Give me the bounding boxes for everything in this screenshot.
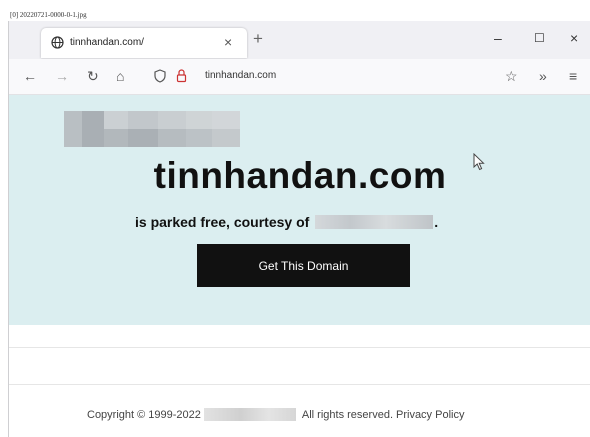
parked-message: is parked free, courtesy of . [135, 214, 438, 230]
parked-text: is parked free, courtesy of [135, 214, 310, 230]
blurred-company-name [203, 408, 296, 421]
copyright-text: Copyright © 1999-2022 [87, 408, 201, 421]
address-bar[interactable]: tinnhandan.com [205, 70, 276, 81]
tab-strip: tinnhandan.com/ × + – ☐ × [9, 21, 590, 59]
globe-icon [51, 36, 64, 54]
navigation-toolbar: ← → ↻ ⌂ tinnhandan.com ☆ » ≡ [9, 59, 590, 95]
back-button[interactable]: ← [23, 68, 37, 84]
window-close-button[interactable]: × [570, 30, 578, 46]
bookmark-star-icon[interactable]: ☆ [505, 68, 518, 85]
forward-button[interactable]: → [55, 68, 69, 84]
section-divider [9, 347, 590, 348]
minimize-button[interactable]: – [494, 30, 502, 46]
reload-button[interactable]: ↻ [87, 68, 99, 85]
footer: Copyright © 1999-2022 All rights reserve… [87, 408, 464, 421]
blurred-registrar-name [315, 215, 434, 229]
section-divider [9, 384, 590, 385]
image-filename-label: [0] 20220721-0000-0-1.jpg [10, 11, 87, 19]
shield-icon[interactable] [154, 69, 166, 86]
tab-title: tinnhandan.com/ [70, 37, 144, 48]
new-tab-button[interactable]: + [253, 29, 263, 49]
home-button[interactable]: ⌂ [116, 68, 124, 84]
mouse-cursor-icon [473, 152, 485, 176]
blurred-logo [64, 111, 240, 147]
maximize-button[interactable]: ☐ [534, 31, 545, 45]
overflow-menu-icon[interactable]: » [539, 68, 547, 84]
active-tab[interactable]: tinnhandan.com/ × [41, 28, 247, 58]
app-menu-icon[interactable]: ≡ [569, 68, 577, 84]
rights-text: All rights reserved. [301, 408, 393, 421]
browser-window: tinnhandan.com/ × + – ☐ × ← → ↻ ⌂ tinnha… [8, 21, 590, 437]
parked-domain-title: tinnhandan.com [153, 155, 447, 196]
get-this-domain-button[interactable]: Get This Domain [197, 244, 410, 287]
privacy-policy-link[interactable]: Privacy Policy [396, 409, 464, 421]
lock-icon[interactable] [176, 68, 187, 86]
parking-banner: tinnhandan.com is parked free, courtesy … [9, 95, 590, 325]
tab-close-icon[interactable]: × [224, 34, 232, 50]
parked-suffix: . [434, 214, 439, 230]
